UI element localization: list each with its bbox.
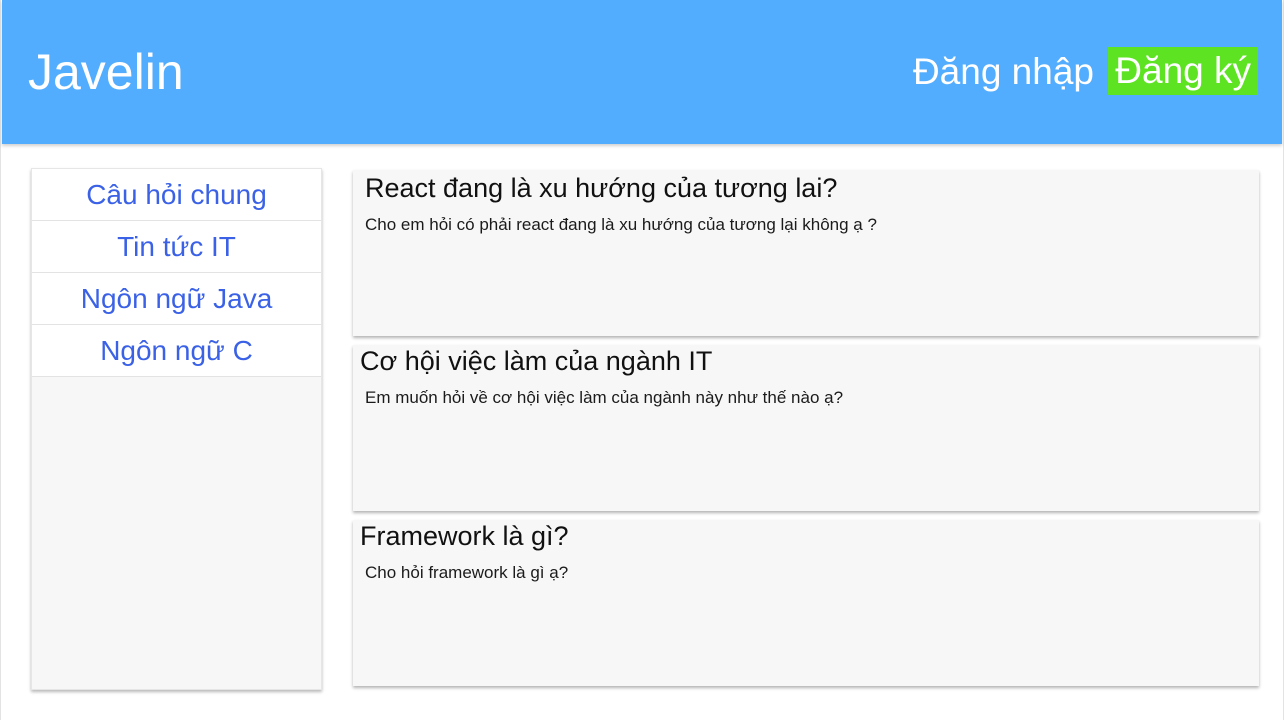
register-button[interactable]: Đăng ký (1108, 47, 1258, 95)
post-card[interactable]: Cơ hội việc làm của ngành IT Em muốn hỏi… (353, 345, 1259, 511)
post-body: Em muốn hỏi về cơ hội việc làm của ngành… (365, 388, 844, 407)
sidebar-item-it-news[interactable]: Tin tức IT (32, 221, 321, 273)
post-card[interactable]: Framework là gì? Cho hỏi framework là gì… (353, 520, 1259, 686)
post-body: Cho em hỏi có phải react đang là xu hướn… (365, 215, 877, 234)
post-title[interactable]: Cơ hội việc làm của ngành IT (360, 345, 712, 377)
top-header: Javelin Đăng nhập Đăng ký (2, 0, 1282, 144)
app-frame: Javelin Đăng nhập Đăng ký Câu hỏi chung … (0, 0, 1284, 720)
post-title[interactable]: Framework là gì? (360, 520, 569, 552)
login-link[interactable]: Đăng nhập (913, 50, 1094, 94)
brand-logo[interactable]: Javelin (28, 44, 184, 100)
sidebar-item-c-language[interactable]: Ngôn ngữ C (32, 325, 321, 377)
sidebar-item-java[interactable]: Ngôn ngữ Java (32, 273, 321, 325)
post-list: React đang là xu hướng của tương lai? Ch… (353, 170, 1259, 695)
category-sidebar: Câu hỏi chung Tin tức IT Ngôn ngữ Java N… (31, 168, 322, 690)
post-card[interactable]: React đang là xu hướng của tương lai? Ch… (353, 170, 1259, 336)
post-title[interactable]: React đang là xu hướng của tương lai? (365, 172, 837, 204)
post-body: Cho hỏi framework là gì ạ? (365, 563, 569, 582)
sidebar-item-general-questions[interactable]: Câu hỏi chung (32, 169, 321, 221)
